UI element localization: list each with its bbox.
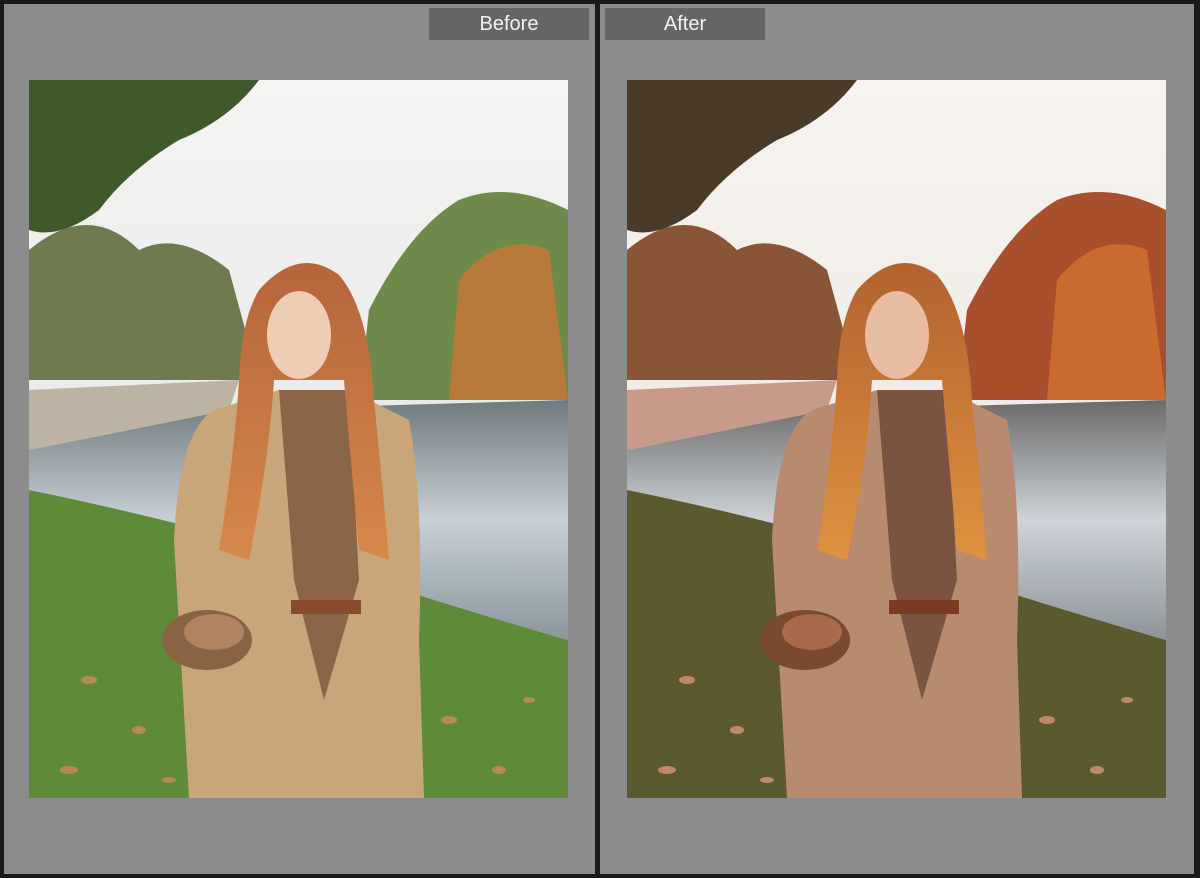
after-panel: After [600,4,1194,874]
before-photo [29,80,568,798]
before-panel: Before [4,4,595,874]
before-label: Before [429,8,589,40]
after-label: After [605,8,765,40]
after-photo [627,80,1166,798]
